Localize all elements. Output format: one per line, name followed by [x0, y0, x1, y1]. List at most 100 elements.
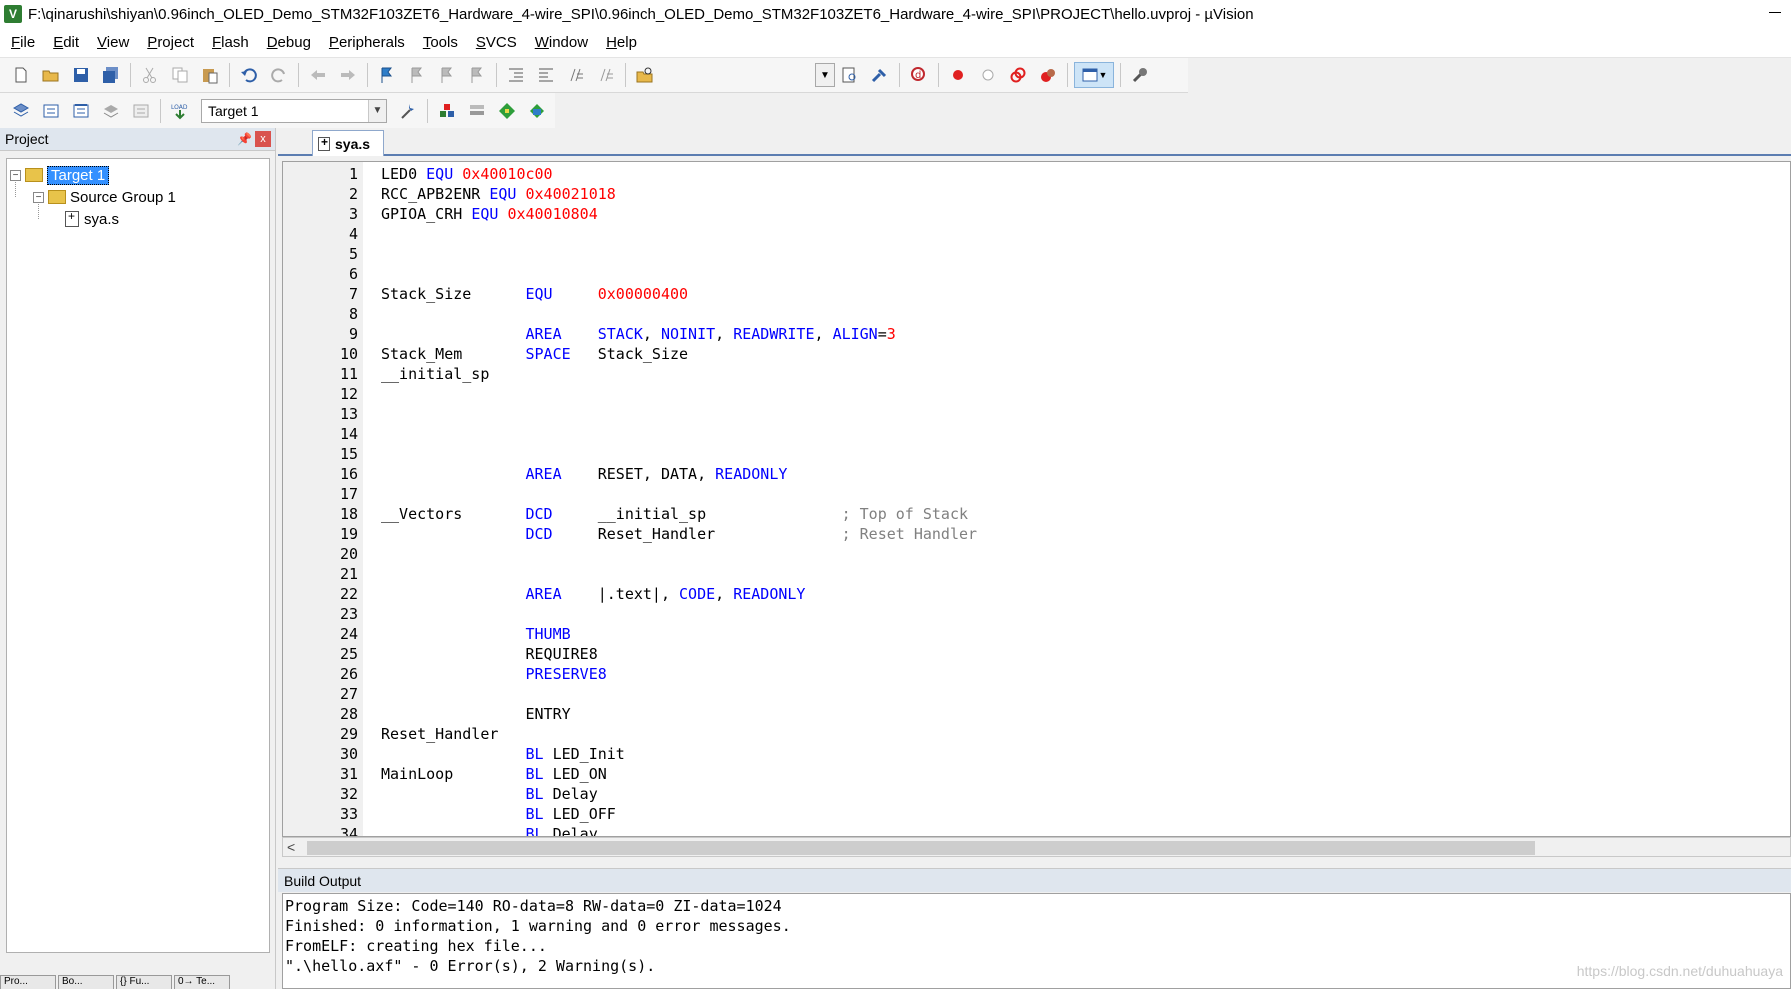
build-output-panel[interactable]: Program Size: Code=140 RO-data=8 RW-data… — [282, 893, 1791, 989]
menu-peripherals[interactable]: Peripherals — [320, 32, 414, 54]
batch-build-icon[interactable] — [98, 98, 124, 124]
tab-books[interactable]: Bo... — [58, 975, 114, 989]
code-line[interactable]: 6 — [283, 264, 1790, 284]
tab-project[interactable]: Pro... — [0, 975, 56, 989]
code-line[interactable]: 16 AREA RESET, DATA, READONLY — [283, 464, 1790, 484]
code-line[interactable]: 24 THUMB — [283, 624, 1790, 644]
uncomment-icon[interactable] — [593, 62, 619, 88]
code-line[interactable]: 21 — [283, 564, 1790, 584]
window-layout-icon[interactable]: ▼ — [1074, 62, 1114, 88]
menu-project[interactable]: Project — [138, 32, 203, 54]
unindent-icon[interactable] — [533, 62, 559, 88]
manage-components-icon[interactable] — [434, 98, 460, 124]
code-line[interactable]: 17 — [283, 484, 1790, 504]
code-line[interactable]: 20 — [283, 544, 1790, 564]
close-icon[interactable]: x — [255, 131, 271, 147]
minimize-button[interactable] — [1769, 12, 1781, 13]
collapse-icon[interactable]: − — [33, 191, 44, 203]
stop-build-icon[interactable] — [128, 98, 154, 124]
debug-session-icon[interactable]: d — [906, 62, 932, 88]
code-line[interactable]: 28 ENTRY — [283, 704, 1790, 724]
save-all-icon[interactable] — [98, 62, 124, 88]
target-options-icon[interactable] — [395, 98, 421, 124]
code-line[interactable]: 25 REQUIRE8 — [283, 644, 1790, 664]
tab-sya-s[interactable]: sya.s — [312, 130, 384, 156]
menu-view[interactable]: View — [88, 32, 138, 54]
code-line[interactable]: 11 __initial_sp — [283, 364, 1790, 384]
download-icon[interactable]: LOAD — [167, 98, 193, 124]
menu-edit[interactable]: Edit — [44, 32, 88, 54]
save-icon[interactable] — [68, 62, 94, 88]
menu-flash[interactable]: Flash — [203, 32, 258, 54]
select-packs-icon[interactable] — [464, 98, 490, 124]
paste-icon[interactable] — [197, 62, 223, 88]
find-in-files-icon[interactable] — [632, 62, 658, 88]
chevron-down-icon[interactable]: ▼ — [368, 99, 386, 122]
runtime-env-icon[interactable] — [524, 98, 550, 124]
menu-file[interactable]: File — [2, 32, 44, 54]
code-line[interactable]: 10 Stack_Mem SPACE Stack_Size — [283, 344, 1790, 364]
cut-icon[interactable] — [137, 62, 163, 88]
redo-icon[interactable] — [266, 62, 292, 88]
rebuild-icon[interactable] — [68, 98, 94, 124]
code-editor[interactable]: 1 LED0 EQU 0x40010c00 2 RCC_APB2ENR EQU 0x4… — [282, 161, 1791, 837]
code-line[interactable]: 5 — [283, 244, 1790, 264]
code-line[interactable]: 33 BL LED_OFF — [283, 804, 1790, 824]
breakpoint-icon[interactable] — [945, 62, 971, 88]
code-line[interactable]: 34 BL Delay — [283, 824, 1790, 836]
clear-bookmarks-icon[interactable] — [464, 62, 490, 88]
new-file-icon[interactable] — [8, 62, 34, 88]
tab-functions[interactable]: {} Fu... — [116, 975, 172, 989]
menu-debug[interactable]: Debug — [258, 32, 320, 54]
code-line[interactable]: 29 Reset_Handler — [283, 724, 1790, 744]
code-line[interactable]: 2 RCC_APB2ENR EQU 0x40021018 — [283, 184, 1790, 204]
code-line[interactable]: 13 — [283, 404, 1790, 424]
tree-item-target[interactable]: − Target 1 — [10, 164, 110, 186]
code-line[interactable]: 26 PRESERVE8 — [283, 664, 1790, 684]
disable-all-breakpoints-icon[interactable] — [1005, 62, 1031, 88]
disable-breakpoint-icon[interactable] — [975, 62, 1001, 88]
code-line[interactable]: 12 — [283, 384, 1790, 404]
code-line[interactable]: 22 AREA |.text|, CODE, READONLY — [283, 584, 1790, 604]
bookmark-icon[interactable] — [374, 62, 400, 88]
scroll-left-icon[interactable]: < — [287, 839, 295, 855]
code-line[interactable]: 8 — [283, 304, 1790, 324]
tab-templates[interactable]: 0→ Te... — [174, 975, 230, 989]
kill-breakpoints-icon[interactable] — [1035, 62, 1061, 88]
code-line[interactable]: 15 — [283, 444, 1790, 464]
nav-back-icon[interactable] — [305, 62, 331, 88]
pin-icon[interactable]: 📌 — [237, 132, 252, 146]
code-line[interactable]: 3 GPIOA_CRH EQU 0x40010804 — [283, 204, 1790, 224]
prev-bookmark-icon[interactable] — [404, 62, 430, 88]
next-bookmark-icon[interactable] — [434, 62, 460, 88]
code-line[interactable]: 27 — [283, 684, 1790, 704]
menu-tools[interactable]: Tools — [414, 32, 467, 54]
code-line[interactable]: 1 LED0 EQU 0x40010c00 — [283, 164, 1790, 184]
target-select[interactable]: Target 1 ▼ — [201, 98, 387, 123]
tree-item-file[interactable]: sya.s — [65, 208, 119, 230]
code-line[interactable]: 30 BL LED_Init — [283, 744, 1790, 764]
horizontal-scrollbar[interactable]: < — [282, 837, 1791, 857]
translate-icon[interactable] — [8, 98, 34, 124]
incremental-find-icon[interactable] — [867, 62, 893, 88]
open-file-icon[interactable] — [38, 62, 64, 88]
menu-svcs[interactable]: SVCS — [467, 32, 526, 54]
pack-installer-icon[interactable] — [494, 98, 520, 124]
find-combo-dropdown[interactable]: ▼ — [815, 63, 835, 87]
nav-forward-icon[interactable] — [335, 62, 361, 88]
collapse-icon[interactable]: − — [10, 169, 21, 181]
build-icon[interactable] — [38, 98, 64, 124]
code-line[interactable]: 19 DCD Reset_Handler ; Reset Handler — [283, 524, 1790, 544]
code-line[interactable]: 31 MainLoop BL LED_ON — [283, 764, 1790, 784]
menu-help[interactable]: Help — [597, 32, 646, 54]
code-line[interactable]: 9 AREA STACK, NOINIT, READWRITE, ALIGN=3 — [283, 324, 1790, 344]
code-line[interactable]: 18 __Vectors DCD __initial_sp ; Top of St… — [283, 504, 1790, 524]
code-area[interactable]: 1 LED0 EQU 0x40010c00 2 RCC_APB2ENR EQU 0x4… — [283, 164, 1790, 836]
code-line[interactable]: 7 Stack_Size EQU 0x00000400 — [283, 284, 1790, 304]
tree-item-source-group[interactable]: − Source Group 1 — [33, 186, 176, 208]
code-line[interactable]: 23 — [283, 604, 1790, 624]
undo-icon[interactable] — [236, 62, 262, 88]
menu-window[interactable]: Window — [526, 32, 597, 54]
code-line[interactable]: 4 — [283, 224, 1790, 244]
copy-icon[interactable] — [167, 62, 193, 88]
